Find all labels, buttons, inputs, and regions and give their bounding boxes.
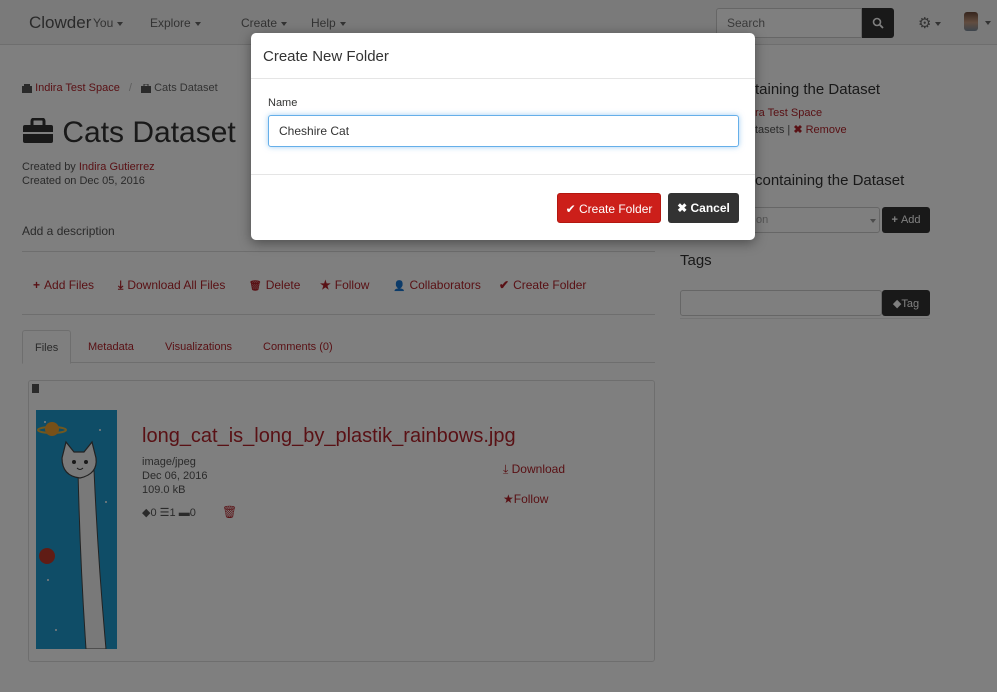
create-folder-button[interactable]: ✔ Create Folder xyxy=(557,193,661,223)
checkmark-icon: ✔ xyxy=(565,202,579,216)
folder-name-input[interactable] xyxy=(268,115,739,147)
create-folder-modal: Create New Folder Name ✔ Create Folder ✖… xyxy=(251,33,755,240)
modal-title: Create New Folder xyxy=(263,48,389,65)
create-folder-label: Create Folder xyxy=(579,202,653,216)
folder-name-label: Name xyxy=(268,97,298,109)
modal-footer-divider xyxy=(251,174,755,175)
cancel-label: Cancel xyxy=(690,201,730,215)
modal-header-divider xyxy=(251,78,755,79)
close-icon: ✖ xyxy=(677,201,691,215)
cancel-button[interactable]: ✖ Cancel xyxy=(668,193,739,223)
app-root: Clowder You Explore Create Help ⚙ Indira… xyxy=(0,0,997,692)
